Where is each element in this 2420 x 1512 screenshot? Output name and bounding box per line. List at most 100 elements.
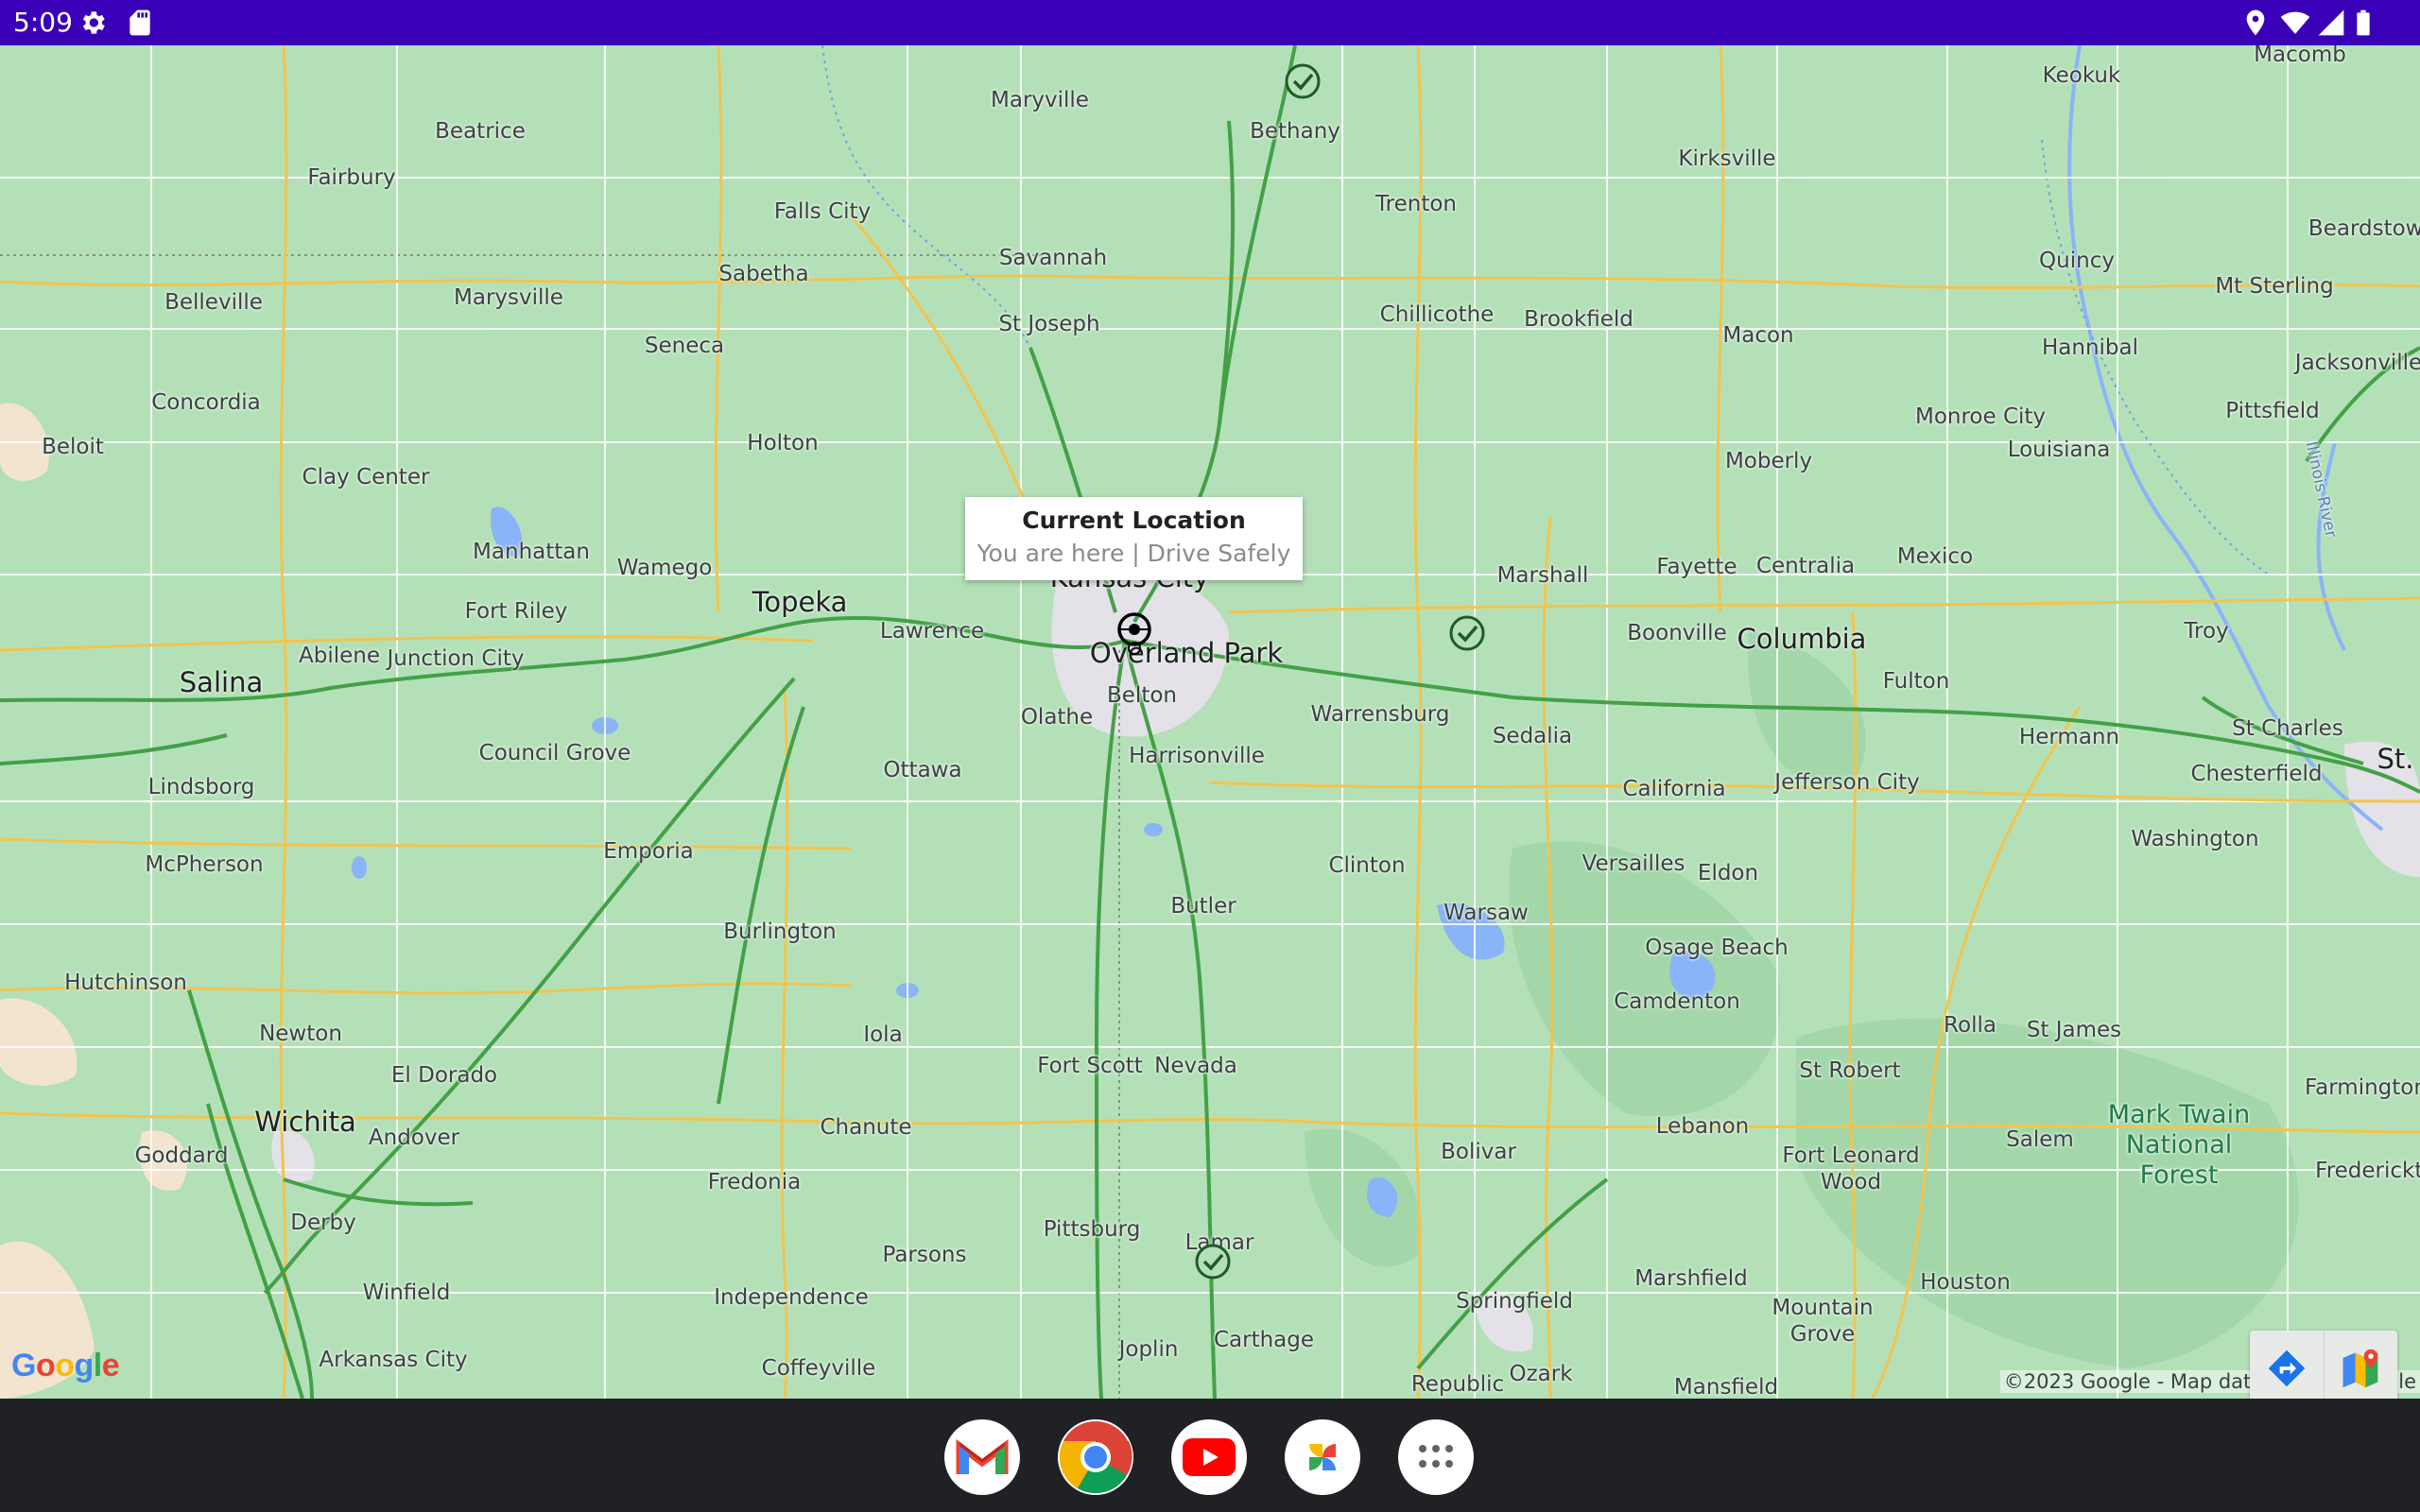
city-label: Clay Center: [302, 465, 430, 490]
city-label: Parsons: [882, 1243, 967, 1267]
current-location-pin-icon[interactable]: [1115, 612, 1157, 660]
city-label: Abilene: [299, 644, 380, 668]
city-label: Carthage: [1213, 1328, 1315, 1352]
city-label: Mountain Grove: [1772, 1296, 1874, 1347]
city-label: Salem: [2006, 1127, 2074, 1152]
city-label: Mexico: [1896, 544, 1974, 569]
info-window[interactable]: Current Location You are here | Drive Sa…: [965, 497, 1303, 580]
city-label: Butler: [1170, 894, 1236, 919]
city-label: Coffeyville: [761, 1356, 876, 1381]
map-toolbar: [2250, 1331, 2397, 1399]
city-label: Mansfield: [1673, 1375, 1779, 1399]
city-label: Marshall: [1496, 563, 1589, 588]
city-label: Chillicothe: [1379, 302, 1495, 327]
city-label: Falls City: [773, 199, 872, 224]
city-label: Fort Scott: [1037, 1054, 1143, 1078]
city-label: Newton: [259, 1022, 342, 1046]
youtube-app-icon[interactable]: [1171, 1419, 1247, 1495]
city-label: Chesterfield: [2190, 762, 2323, 786]
google-maps-icon: [2342, 1349, 2378, 1388]
city-label: Topeka: [752, 586, 848, 618]
city-label: Camdenton: [1614, 989, 1740, 1014]
city-label: Seneca: [644, 334, 725, 358]
city-label: Macon: [1722, 323, 1794, 348]
city-label: Independence: [714, 1285, 869, 1310]
city-label: Salina: [179, 666, 264, 698]
city-label: Monroe City: [1914, 404, 2047, 429]
city-label: Rolla: [1944, 1013, 1996, 1038]
city-label: Emporia: [603, 839, 694, 864]
google-logo-letter: o: [35, 1348, 56, 1383]
city-label: St Charles: [2232, 716, 2343, 741]
city-label: St Joseph: [998, 312, 1100, 336]
city-label: Fayette: [1656, 555, 1737, 579]
city-label: Manhattan: [473, 540, 590, 564]
city-label: Centralia: [1755, 554, 1856, 578]
city-label: Clinton: [1328, 853, 1406, 878]
check-marker-icon[interactable]: [1448, 614, 1486, 652]
chrome-app-icon[interactable]: [1058, 1419, 1133, 1495]
city-label: Keokuk: [2042, 63, 2121, 88]
check-marker-icon[interactable]: [1284, 62, 1322, 100]
google-logo: Google: [11, 1348, 120, 1384]
city-label: Hermann: [2018, 725, 2120, 749]
city-label: Fort Riley: [464, 599, 568, 624]
google-logo-letter: g: [74, 1348, 95, 1383]
city-label: Farmington: [2305, 1075, 2420, 1100]
city-label: Pittsfield: [2225, 399, 2320, 423]
city-label: Goddard: [134, 1143, 229, 1168]
map-view[interactable]: Maryville Bethany Keokuk Macomb Beatrice…: [0, 45, 2420, 1399]
city-label: Olathe: [1020, 705, 1094, 730]
city-label: Bolivar: [1441, 1140, 1516, 1164]
city-label: Brookfield: [1524, 307, 1634, 332]
city-label: Lebanon: [1655, 1114, 1750, 1139]
photos-app-icon[interactable]: [1285, 1419, 1360, 1495]
google-logo-letter: l: [93, 1348, 102, 1383]
city-label: Hutchinson: [64, 971, 187, 995]
city-label: Concordia: [151, 390, 261, 415]
city-label: Bethany: [1250, 119, 1340, 144]
city-label: Joplin: [1118, 1337, 1179, 1362]
national-forest-label: Mark Twain National Forest: [2107, 1100, 2251, 1190]
city-label: Fort Leonard Wood: [1782, 1143, 1920, 1194]
city-label: St.: [2377, 743, 2414, 775]
open-in-maps-button[interactable]: [2323, 1331, 2398, 1399]
app-drawer-icon[interactable]: [1398, 1419, 1474, 1495]
city-label: Kirksville: [1678, 146, 1776, 171]
city-label: Mt Sterling: [2215, 274, 2334, 299]
city-label: Nevada: [1154, 1054, 1237, 1078]
city-label: Belton: [1107, 683, 1177, 708]
check-marker-icon[interactable]: [1194, 1243, 1232, 1280]
city-label: Warsaw: [1443, 901, 1529, 925]
city-label: Eldon: [1697, 861, 1759, 885]
city-label: Wichita: [254, 1106, 356, 1138]
city-label: Harrisonville: [1129, 744, 1265, 768]
wifi-icon: [2280, 11, 2310, 34]
city-label: Hannibal: [2041, 335, 2139, 360]
city-label: Columbia: [1737, 623, 1867, 655]
city-label: Fairbury: [307, 165, 396, 190]
directions-button[interactable]: [2250, 1331, 2324, 1399]
taskbar-dock: [0, 1399, 2420, 1512]
battery-icon: [2357, 9, 2370, 36]
location-icon: [2246, 9, 2265, 36]
city-label: Jefferson City: [1774, 770, 1920, 795]
city-label: Fredericktown: [2315, 1159, 2420, 1183]
city-label: Sabetha: [718, 262, 809, 286]
city-label: Moberly: [1724, 449, 1813, 473]
city-label: Fulton: [1882, 669, 1950, 694]
city-label: Holton: [747, 431, 819, 455]
city-label: Washington: [2131, 827, 2259, 851]
city-label: Lawrence: [879, 619, 985, 644]
city-label: Savannah: [998, 246, 1108, 270]
city-label: Republic: [1410, 1372, 1505, 1397]
city-label: Boonville: [1627, 621, 1727, 645]
city-label: St Robert: [1799, 1058, 1901, 1083]
google-logo-letter: o: [55, 1348, 75, 1383]
city-label: Pittsburg: [1043, 1217, 1141, 1242]
city-label: Springfield: [1456, 1289, 1573, 1314]
city-label: St James: [2026, 1018, 2122, 1042]
city-label: Maryville: [991, 88, 1089, 112]
gmail-app-icon[interactable]: [944, 1419, 1020, 1495]
city-label: Junction City: [387, 646, 525, 671]
